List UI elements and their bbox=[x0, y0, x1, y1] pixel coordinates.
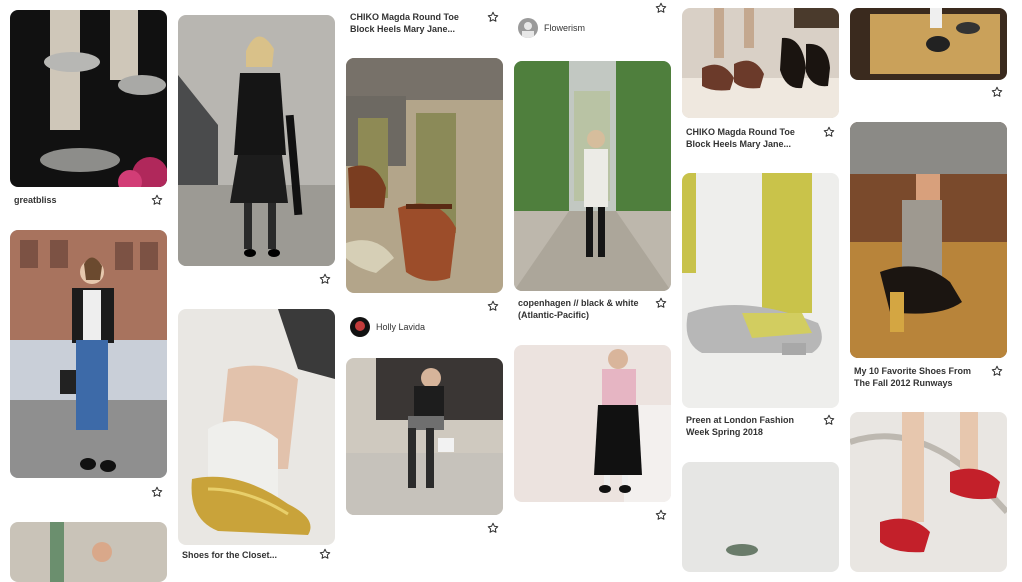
pin-caption-line: Block Heels Mary Jane... bbox=[686, 139, 792, 149]
save-star-icon[interactable] bbox=[655, 2, 667, 14]
pin-image[interactable] bbox=[346, 58, 503, 293]
save-star-icon[interactable] bbox=[991, 365, 1003, 377]
pin-image[interactable] bbox=[514, 61, 671, 291]
pin-caption-line: The Fall 2012 Runways bbox=[854, 378, 953, 388]
save-star-icon[interactable] bbox=[823, 414, 835, 426]
pin-caption-line: copenhagen // black & white bbox=[518, 298, 639, 308]
save-star-icon[interactable] bbox=[487, 522, 499, 534]
pin-caption-line: CHIKO Magda Round Toe bbox=[686, 127, 795, 137]
pin-caption: Shoes for the Closet... bbox=[182, 549, 310, 561]
save-star-icon[interactable] bbox=[319, 273, 331, 285]
pin-caption-line: CHIKO Magda Round Toe bbox=[350, 12, 459, 22]
pin-author[interactable]: Holly Lavida bbox=[350, 317, 425, 337]
pin-caption: CHIKO Magda Round Toe Block Heels Mary J… bbox=[686, 126, 814, 150]
save-star-icon[interactable] bbox=[151, 486, 163, 498]
pin-image[interactable] bbox=[850, 122, 1007, 358]
avatar bbox=[518, 18, 538, 38]
pin-author[interactable]: Flowerism bbox=[518, 18, 585, 38]
pin-caption: My 10 Favorite Shoes From The Fall 2012 … bbox=[854, 365, 982, 389]
pin-image[interactable] bbox=[850, 8, 1007, 80]
save-star-icon[interactable] bbox=[487, 300, 499, 312]
pin-image[interactable] bbox=[10, 230, 167, 478]
pin-caption-line: (Atlantic-Pacific) bbox=[518, 310, 590, 320]
save-star-icon[interactable] bbox=[319, 548, 331, 560]
pin-image[interactable] bbox=[178, 15, 335, 266]
avatar bbox=[350, 317, 370, 337]
pin-caption-line: Block Heels Mary Jane... bbox=[350, 24, 456, 34]
pin-image[interactable] bbox=[682, 8, 839, 118]
pin-image[interactable] bbox=[178, 309, 335, 545]
pin-image[interactable] bbox=[514, 345, 671, 502]
save-star-icon[interactable] bbox=[151, 194, 163, 206]
save-star-icon[interactable] bbox=[487, 11, 499, 23]
pin-caption: Preen at London Fashion Week Spring 2018 bbox=[686, 414, 814, 438]
pin-image[interactable] bbox=[682, 173, 839, 408]
pin-image[interactable] bbox=[346, 358, 503, 515]
author-name: Flowerism bbox=[544, 23, 586, 33]
save-star-icon[interactable] bbox=[655, 509, 667, 521]
pin-image[interactable] bbox=[682, 462, 839, 572]
pin-caption-line: greatbliss bbox=[14, 195, 57, 205]
pin-caption: copenhagen // black & white (Atlantic-Pa… bbox=[518, 297, 646, 321]
pin-image[interactable] bbox=[10, 10, 167, 187]
pin-caption-line: Preen at London Fashion bbox=[686, 415, 795, 425]
save-star-icon[interactable] bbox=[991, 86, 1003, 98]
pin-image[interactable] bbox=[850, 412, 1007, 572]
author-name: Holly Lavida bbox=[376, 322, 426, 332]
pin-caption: greatbliss bbox=[14, 194, 142, 206]
save-star-icon[interactable] bbox=[655, 297, 667, 309]
pin-caption-line: My 10 Favorite Shoes From bbox=[854, 366, 972, 376]
pin-caption: CHIKO Magda Round Toe Block Heels Mary J… bbox=[350, 11, 478, 35]
pin-image[interactable] bbox=[10, 522, 167, 582]
save-star-icon[interactable] bbox=[823, 126, 835, 138]
pin-caption-line: Week Spring 2018 bbox=[686, 427, 763, 437]
pin-caption-line: Shoes for the Closet... bbox=[182, 550, 278, 560]
